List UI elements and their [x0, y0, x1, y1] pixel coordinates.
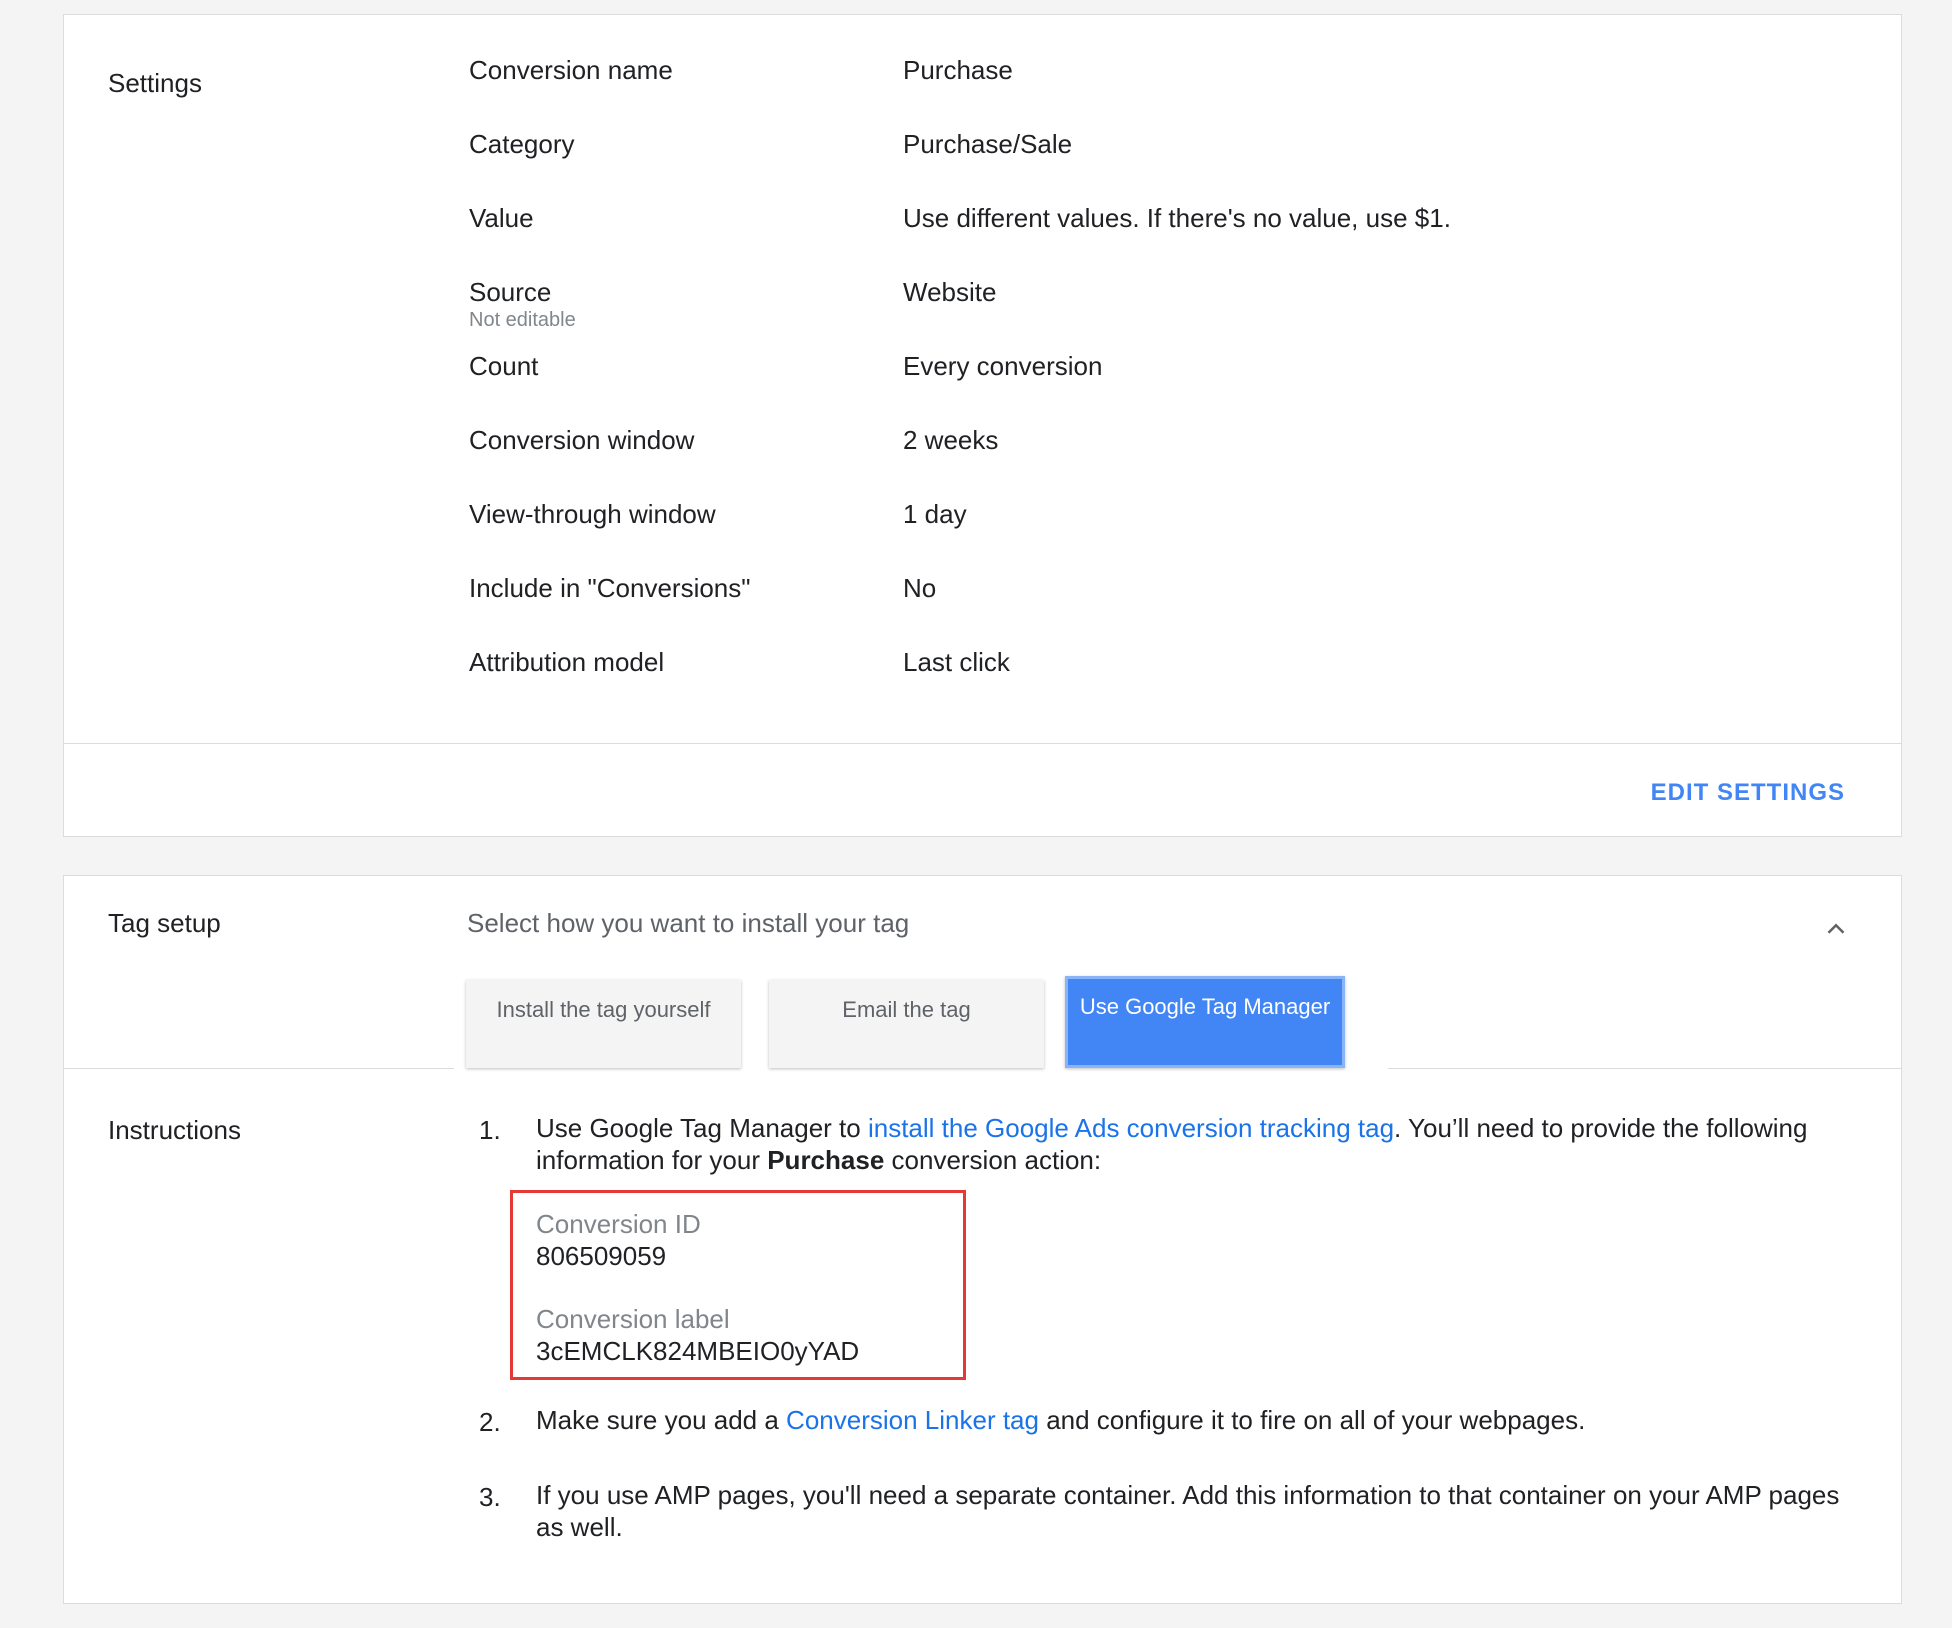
- value-label: Value: [469, 203, 534, 233]
- install-conversion-tracking-tag-link[interactable]: install the Google Ads conversion tracki…: [868, 1113, 1394, 1143]
- include-in-conversions-value: No: [903, 573, 937, 603]
- conversion-linker-tag-link[interactable]: Conversion Linker tag: [786, 1405, 1039, 1435]
- source-not-editable-note: Not editable: [469, 309, 576, 331]
- settings-section-title: Settings: [108, 68, 202, 98]
- conversion-name-label: Conversion name: [469, 55, 673, 85]
- tag-setup-section-title: Tag setup: [108, 908, 221, 938]
- settings-footer-divider: [64, 743, 1901, 744]
- category-label: Category: [469, 129, 575, 159]
- settings-card: Settings Conversion name Purchase Catego…: [63, 14, 1902, 837]
- step-1-number: 1.: [479, 1115, 501, 1145]
- conversion-name-value: Purchase: [903, 55, 1013, 85]
- step-2-text: Make sure you add a Conversion Linker ta…: [536, 1404, 1866, 1436]
- instructions-section-title: Instructions: [108, 1115, 241, 1145]
- google-tag-manager-option[interactable]: Use Google Tag Manager: [1065, 976, 1345, 1068]
- email-the-tag-option[interactable]: Email the tag: [769, 980, 1044, 1068]
- conversion-label-label: Conversion label: [536, 1304, 730, 1334]
- view-through-window-value: 1 day: [903, 499, 967, 529]
- install-yourself-option[interactable]: Install the tag yourself: [466, 980, 741, 1068]
- tag-setup-prompt: Select how you want to install your tag: [467, 908, 910, 938]
- conversion-id-value: 806509059: [536, 1241, 667, 1271]
- tab-divider-right: [1388, 1068, 1901, 1069]
- step-1-text-end: conversion action:: [884, 1145, 1102, 1175]
- edit-settings-button[interactable]: EDIT SETTINGS: [1651, 779, 1845, 807]
- tag-setup-card: Tag setup Select how you want to install…: [63, 875, 1902, 1604]
- count-value: Every conversion: [903, 351, 1103, 381]
- step-2-number: 2.: [479, 1407, 501, 1437]
- category-value: Purchase/Sale: [903, 129, 1073, 159]
- source-value: Website: [903, 277, 997, 307]
- source-label: Source: [469, 277, 552, 307]
- include-in-conversions-label: Include in "Conversions": [469, 573, 751, 603]
- count-label: Count: [469, 351, 539, 381]
- view-through-window-label: View-through window: [469, 499, 716, 529]
- attribution-model-label: Attribution model: [469, 647, 665, 677]
- conversion-window-value: 2 weeks: [903, 425, 999, 455]
- step-3-number: 3.: [479, 1482, 501, 1512]
- conversion-id-label: Conversion ID: [536, 1209, 701, 1239]
- step-1-text-before: Use Google Tag Manager to: [536, 1113, 868, 1143]
- tab-divider-left: [64, 1068, 454, 1069]
- attribution-model-value: Last click: [903, 647, 1010, 677]
- step-3-text: If you use AMP pages, you'll need a sepa…: [536, 1480, 1840, 1542]
- step-2-text-after: and configure it to fire on all of your …: [1038, 1405, 1586, 1435]
- conversion-action-name: Purchase: [767, 1145, 885, 1175]
- step-2-text-before: Make sure you add a: [536, 1405, 787, 1435]
- step-1-text: Use Google Tag Manager to install the Go…: [536, 1112, 1866, 1176]
- conversion-label-value: 3cEMCLK824MBEIO0yYAD: [536, 1336, 860, 1366]
- chevron-up-icon[interactable]: [1821, 914, 1851, 944]
- value-value: Use different values. If there's no valu…: [903, 203, 1451, 233]
- conversion-window-label: Conversion window: [469, 425, 695, 455]
